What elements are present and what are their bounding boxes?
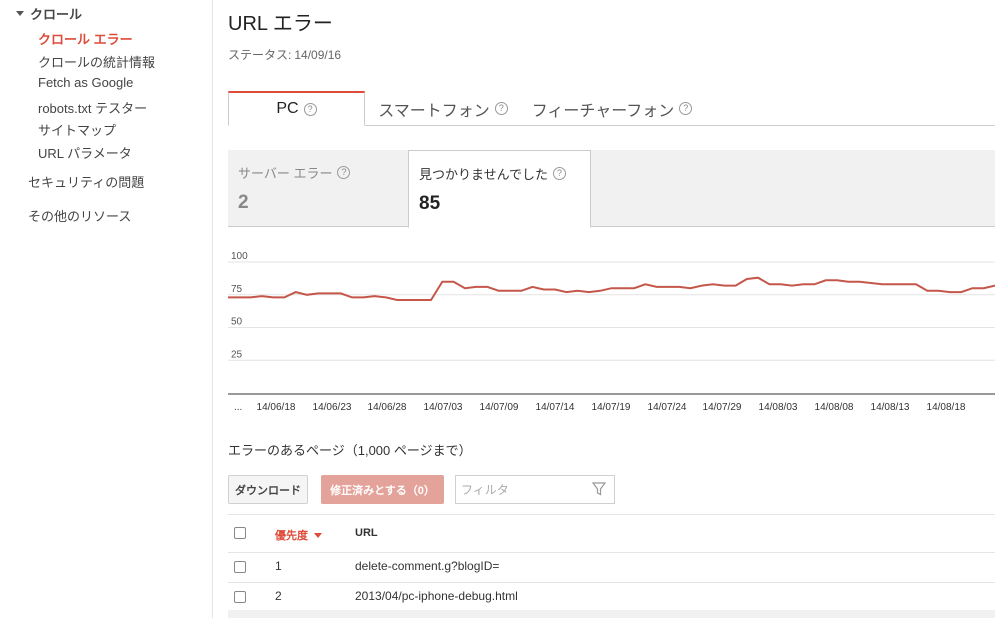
metric-server-error-value: 2 xyxy=(238,192,249,213)
x-tick-label: 14/06/23 xyxy=(313,402,352,413)
x-tick-label: 14/06/18 xyxy=(257,402,296,413)
metric-server-error-label: サーバー エラー xyxy=(238,166,333,181)
metric-not-found-value: 85 xyxy=(419,193,441,214)
error-pages-title: エラーのあるページ（1,000 ページまで） xyxy=(228,443,472,458)
errors-chart: 100 75 50 25... 14/06/18 14/06/23 14/06/28 14/0… xyxy=(228,252,995,417)
url-column-header[interactable]: URL xyxy=(355,527,378,539)
row-url[interactable]: delete-comment.g?blogID= xyxy=(355,559,499,573)
sort-down-icon xyxy=(314,532,322,538)
sidebar-item-security-issues[interactable]: セキュリティの問題 xyxy=(28,172,144,191)
sidebar-item-fetch-as-google[interactable]: Fetch as Google xyxy=(38,75,133,90)
row-priority: 2 xyxy=(275,589,282,603)
x-tick-label: 14/08/03 xyxy=(759,402,798,413)
table-header: 優先度 URL xyxy=(228,514,995,552)
help-icon[interactable]: ? xyxy=(679,102,693,115)
metric-server-error[interactable]: サーバー エラー ? 2 xyxy=(228,150,408,227)
tab-smartphone[interactable]: スマートフォン ? xyxy=(365,91,521,126)
table-row[interactable]: 2 2013/04/pc-iphone-debug.html xyxy=(228,582,995,612)
priority-header-label: 優先度 xyxy=(275,530,308,542)
row-checkbox[interactable] xyxy=(234,561,246,573)
download-button[interactable]: ダウンロード xyxy=(228,475,308,504)
main-content: URL エラー ステータス: 14/09/16 PC ? スマートフォン ? フィ… xyxy=(214,0,995,618)
metric-strip: サーバー エラー ? 2 見つかりませんでした ? 85 xyxy=(228,150,995,228)
metric-not-found[interactable]: 見つかりませんでした ? 85 xyxy=(408,150,591,228)
row-url[interactable]: 2013/04/pc-iphone-debug.html xyxy=(355,589,518,603)
sidebar-item-url-parameters[interactable]: URL パラメータ xyxy=(38,143,132,162)
help-icon[interactable]: ? xyxy=(303,102,317,116)
x-tick-label: 14/07/24 xyxy=(648,402,687,413)
row-checkbox[interactable] xyxy=(234,591,246,603)
sidebar-item-robots-tester[interactable]: robots.txt テスター xyxy=(38,98,147,117)
table-row[interactable]: 1 delete-comment.g?blogID= xyxy=(228,552,995,582)
x-tick-label: 14/07/14 xyxy=(536,402,575,413)
tab-feature-phone-label: フィーチャーフォン xyxy=(531,102,675,120)
mark-fixed-button[interactable]: 修正済みとする（0） xyxy=(321,475,444,504)
status-date: 14/09/16 xyxy=(294,48,342,62)
table-row-partial xyxy=(228,610,995,618)
metric-not-found-label: 見つかりませんでした xyxy=(419,167,548,182)
chart-series-line xyxy=(228,276,995,301)
tab-pc-label: PC xyxy=(276,100,299,117)
x-tick-label: 14/08/13 xyxy=(871,402,910,413)
tab-pc[interactable]: PC ? xyxy=(228,91,365,126)
filter-input[interactable] xyxy=(456,476,586,503)
x-tick-label: 14/07/19 xyxy=(592,402,631,413)
sidebar-item-crawl-stats[interactable]: クロールの統計情報 xyxy=(38,52,155,71)
status-label: ステータス: xyxy=(228,48,292,62)
sidebar: クロール クロール エラー クロールの統計情報 Fetch as Google … xyxy=(0,0,213,618)
x-tick-label: 14/07/03 xyxy=(424,402,463,413)
x-tick-label: 14/08/08 xyxy=(815,402,854,413)
status-line: ステータス: 14/09/16 xyxy=(228,46,341,63)
tab-smartphone-label: スマートフォン xyxy=(378,102,490,120)
y-tick-label: 50 xyxy=(231,317,243,328)
tab-feature-phone[interactable]: フィーチャーフォン ? xyxy=(524,91,700,126)
crawl-section-toggle[interactable]: クロール xyxy=(16,4,82,23)
priority-column-header[interactable]: 優先度 xyxy=(275,527,322,543)
sidebar-item-sitemaps[interactable]: サイトマップ xyxy=(38,120,116,139)
y-tick-label: 100 xyxy=(231,252,248,262)
x-tick-label: 14/07/09 xyxy=(480,402,519,413)
x-tick-label: 14/06/28 xyxy=(368,402,407,413)
x-tick-label: 14/08/18 xyxy=(927,402,966,413)
filter-box xyxy=(455,475,615,504)
select-all-checkbox[interactable] xyxy=(234,527,246,539)
crawl-section-label: クロール xyxy=(30,7,83,22)
sidebar-item-other-resources[interactable]: その他のリソース xyxy=(28,206,131,225)
help-icon[interactable]: ? xyxy=(337,166,351,179)
help-icon[interactable]: ? xyxy=(494,102,508,115)
y-tick-label: 25 xyxy=(231,349,243,360)
filter-icon[interactable] xyxy=(592,482,606,496)
sidebar-item-crawl-errors[interactable]: クロール エラー xyxy=(38,29,133,48)
triangle-down-icon xyxy=(16,11,24,16)
chart-svg: 100 75 50 25... 14/06/18 14/06/23 14/06/28 14/0… xyxy=(228,252,995,413)
x-tick-label: ... xyxy=(234,402,242,413)
help-icon[interactable]: ? xyxy=(552,167,566,180)
row-priority: 1 xyxy=(275,559,282,573)
y-tick-label: 75 xyxy=(231,284,243,295)
x-tick-label: 14/07/29 xyxy=(703,402,742,413)
page-title: URL エラー xyxy=(228,13,333,35)
